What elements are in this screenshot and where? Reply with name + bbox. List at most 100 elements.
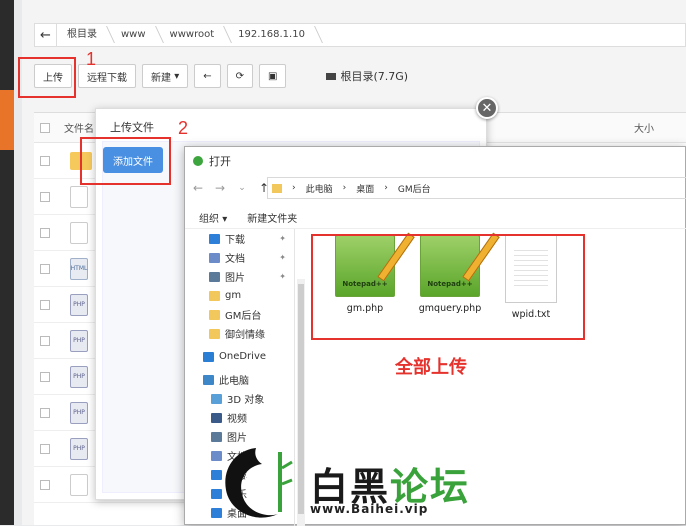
picture-icon <box>209 271 220 282</box>
row-checkbox[interactable] <box>40 443 50 454</box>
forward-arrow-icon[interactable]: → <box>211 181 229 195</box>
nav-item[interactable]: 此电脑 <box>185 370 294 389</box>
open-dialog-titlebar: 打开 <box>193 153 231 169</box>
download-icon <box>209 233 220 244</box>
row-checkbox[interactable] <box>40 299 50 310</box>
watermark-url: www.Baihei.vip <box>310 502 429 516</box>
nav-item-label: 3D 对象 <box>227 395 265 406</box>
nav-item[interactable]: gm <box>185 286 294 305</box>
sidebar-accent <box>0 90 14 150</box>
nav-item-label: 下载 <box>225 235 245 246</box>
col-size-header[interactable]: 大小 <box>634 120 654 135</box>
php-file-icon: PHP <box>70 293 88 316</box>
nav-item-label: 视频 <box>227 414 247 425</box>
nav-item[interactable]: 3D 对象 <box>185 389 294 408</box>
address-bar[interactable]: › 此电脑 › 桌面 › GM后台 <box>267 177 686 199</box>
nav-item[interactable]: 下载 ✦ <box>185 229 294 248</box>
organize-button[interactable]: 组织 ▾ <box>199 210 227 225</box>
nav-item-label: gm <box>225 290 242 301</box>
nav-item[interactable]: GM后台 <box>185 305 294 324</box>
close-icon[interactable]: ✕ <box>476 97 498 119</box>
nav-item-label: GM后台 <box>225 311 262 322</box>
back-arrow-icon[interactable]: ← <box>189 181 207 195</box>
path-separator: › <box>342 183 347 193</box>
nav-item[interactable]: 图片 ✦ <box>185 267 294 286</box>
disk-info[interactable]: 根目录(7.7G) <box>326 68 408 84</box>
watermark-logo-icon <box>225 448 293 518</box>
nav-item[interactable]: 文档 ✦ <box>185 248 294 267</box>
php-file-icon: PHP <box>70 329 88 352</box>
highlight-files <box>311 234 585 340</box>
row-checkbox[interactable] <box>40 155 50 166</box>
open-dialog-title: 打开 <box>209 155 231 168</box>
php-file-icon: PHP <box>70 437 88 460</box>
nav-item-label: 此电脑 <box>219 376 249 387</box>
refresh-button[interactable]: ⟳ <box>226 64 253 88</box>
select-all-checkbox[interactable] <box>40 122 50 133</box>
path-separator: › <box>292 183 296 193</box>
path-segment[interactable]: 此电脑 <box>306 182 333 195</box>
watermark: 白黑论坛 www.Baihei.vip <box>216 438 476 525</box>
nav-item-label: OneDrive <box>219 351 267 362</box>
step-2-label: 2 <box>178 118 189 138</box>
address-bar-row: ← → ⌄ ↑ › 此电脑 › 桌面 › GM后台 <box>185 177 686 199</box>
breadcrumb-item[interactable]: 根目录 <box>57 24 111 46</box>
folder-icon <box>209 290 220 301</box>
highlight-add-file <box>80 137 171 185</box>
left-sidebar <box>0 0 14 525</box>
new-folder-button[interactable]: 新建文件夹 <box>247 210 297 225</box>
chevron-down-icon[interactable]: ⌄ <box>233 183 251 193</box>
back-button[interactable]: ← <box>194 64 221 88</box>
path-segment[interactable]: GM后台 <box>398 182 431 195</box>
file-icon <box>70 473 88 496</box>
row-checkbox[interactable] <box>40 227 50 238</box>
row-checkbox[interactable] <box>40 371 50 382</box>
row-checkbox[interactable] <box>40 191 50 202</box>
folder-icon <box>209 328 220 339</box>
pin-icon[interactable]: ✦ <box>279 253 286 262</box>
pin-icon[interactable]: ✦ <box>279 272 286 281</box>
row-checkbox[interactable] <box>40 479 50 490</box>
nav-item-label: 御剑情缘 <box>225 330 265 341</box>
folder-icon <box>272 183 282 193</box>
nav-item[interactable]: OneDrive <box>185 347 294 366</box>
nav-item-label: 图片 <box>225 273 245 284</box>
chevron-down-icon: ▾ <box>174 70 180 82</box>
file-icon <box>70 221 88 244</box>
file-icon <box>70 185 88 208</box>
nav-item[interactable]: 视频 <box>185 408 294 427</box>
computer-icon <box>203 374 214 385</box>
php-file-icon: PHP <box>70 401 88 424</box>
new-label: 新建 <box>151 72 171 84</box>
row-checkbox[interactable] <box>40 407 50 418</box>
new-button[interactable]: 新建 ▾ <box>142 64 189 88</box>
breadcrumb-item[interactable]: www <box>111 24 160 46</box>
step-1-label: 1 <box>86 49 97 69</box>
chevron-down-icon: ▾ <box>222 214 228 225</box>
upload-all-annotation: 全部上传 <box>395 357 467 378</box>
breadcrumb: ← 根目录 www wwwroot 192.168.1.10 <box>34 23 686 47</box>
pin-icon[interactable]: ✦ <box>279 234 286 243</box>
row-checkbox[interactable] <box>40 263 50 274</box>
document-icon <box>209 252 220 263</box>
arrow-left-icon[interactable]: ← <box>35 24 57 46</box>
row-checkbox[interactable] <box>40 335 50 346</box>
html-file-icon: HTML <box>70 257 88 280</box>
organize-label: 组织 <box>199 214 219 225</box>
cube-icon <box>211 393 222 404</box>
breadcrumb-item[interactable]: 192.168.1.10 <box>228 24 319 46</box>
nav-item[interactable]: 御剑情缘 <box>185 324 294 343</box>
breadcrumb-item[interactable]: wwwroot <box>160 24 229 46</box>
folder-icon <box>209 309 220 320</box>
terminal-button[interactable]: ▣ <box>259 64 287 88</box>
command-bar: 组织 ▾ 新建文件夹 <box>185 207 686 229</box>
highlight-upload-button <box>18 57 76 98</box>
terminal-icon: ▣ <box>268 70 278 82</box>
arrow-left-icon: ← <box>203 70 212 82</box>
col-name-header[interactable]: 文件名 <box>64 120 94 135</box>
path-separator: › <box>384 183 388 193</box>
nav-item-label: 文档 <box>225 254 245 265</box>
app-icon <box>193 156 203 166</box>
refresh-icon: ⟳ <box>235 70 244 82</box>
path-segment[interactable]: 桌面 <box>356 182 374 195</box>
